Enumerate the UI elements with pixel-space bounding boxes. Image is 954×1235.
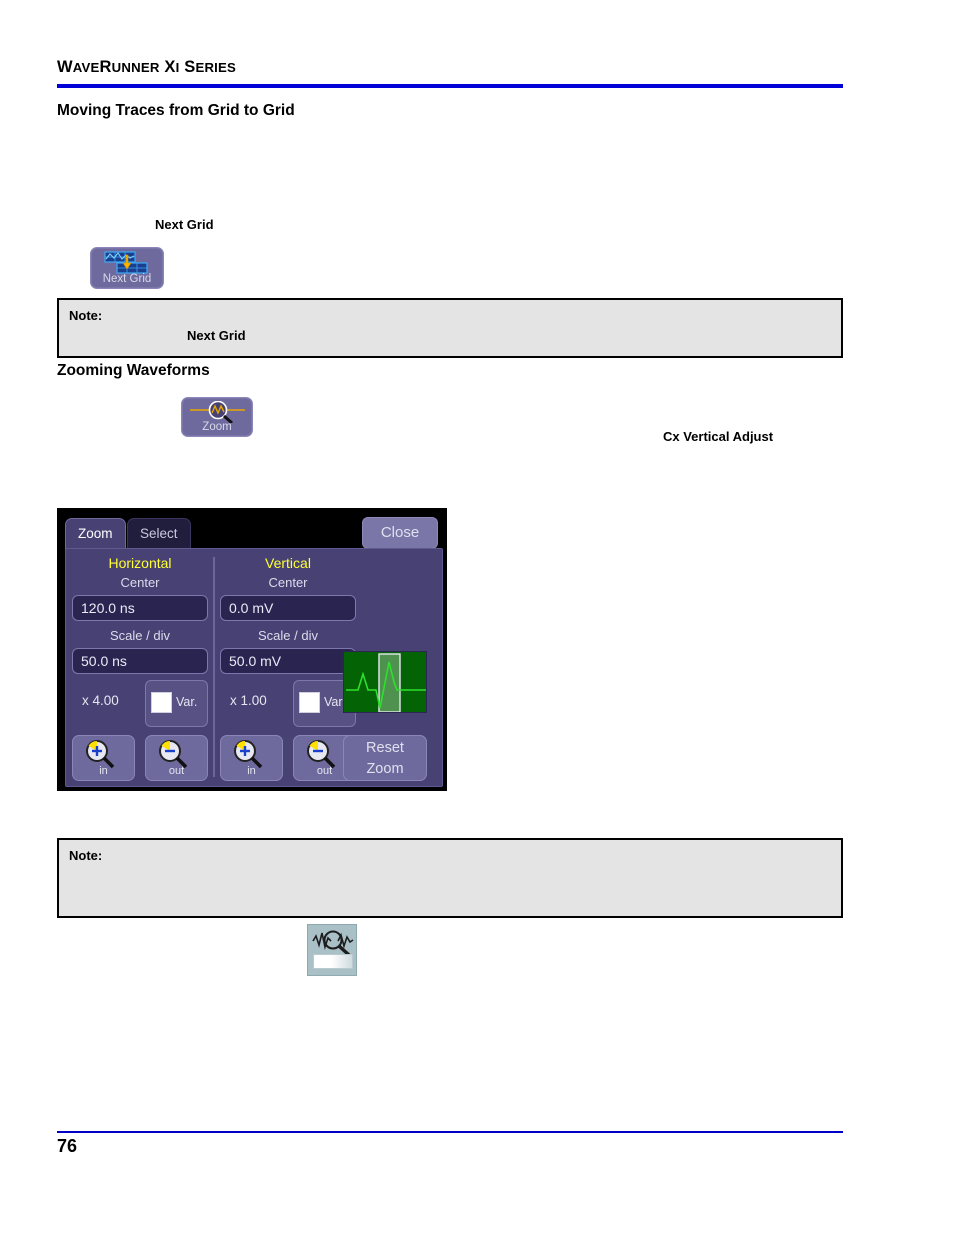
column-divider <box>213 557 215 777</box>
horizontal-zoom-in-label: in <box>99 765 108 777</box>
horizontal-column-title: Horizontal <box>108 555 172 571</box>
reset-zoom-label-line2: Zoom <box>366 761 404 777</box>
vertical-center-field[interactable]: 0.0 mV <box>220 595 356 621</box>
reset-zoom-label-line1: Reset <box>366 740 404 756</box>
vertical-var-checkbox[interactable] <box>299 692 320 713</box>
vertical-scale-field[interactable]: 50.0 mV <box>220 648 356 674</box>
vertical-zoom-in-button[interactable]: in <box>220 735 283 781</box>
zoom-button[interactable]: Zoom <box>181 397 253 437</box>
vertical-zoom-in-label: in <box>247 765 256 777</box>
horizontal-var-checkbox[interactable] <box>151 692 172 713</box>
note-box-moving-traces: Note: Next Grid <box>57 298 843 358</box>
horizontal-zoom-in-button[interactable]: in <box>72 735 135 781</box>
heading-moving-traces: Moving Traces from Grid to Grid <box>57 102 295 119</box>
next-grid-button[interactable]: Next Grid <box>90 247 164 289</box>
waveform-preview <box>343 651 427 713</box>
reset-zoom-button[interactable]: Reset Zoom <box>343 735 427 781</box>
zoom-dialog-inner: Zoom Select Close Horizontal Center 120.… <box>61 512 443 787</box>
header-title-eries: ERIES <box>195 60 237 75</box>
horizontal-center-label: Center <box>120 575 160 590</box>
cx-vertical-adjust-label: Cx Vertical Adjust <box>663 429 774 444</box>
next-grid-caption: Next Grid <box>155 217 214 232</box>
document-header: WAVERUNNER XI SERIES <box>57 58 843 76</box>
header-title: WAVERUNNER XI SERIES <box>57 58 843 76</box>
header-title-unner: UNNER <box>111 60 160 75</box>
horizontal-scale-label: Scale / div <box>110 628 170 643</box>
heading-zooming-waveforms: Zooming Waveforms <box>57 362 210 379</box>
footer-rule <box>57 1131 843 1133</box>
horizontal-zoom-out-label: out <box>168 765 185 777</box>
header-title-i: I <box>175 60 180 75</box>
horizontal-center-field[interactable]: 120.0 ns <box>72 595 208 621</box>
zoom-magnifier-icon <box>190 401 245 423</box>
note-body: Next Grid <box>187 328 246 343</box>
header-title-w: W <box>57 58 73 76</box>
horizontal-var-label: Var. <box>176 695 198 709</box>
header-title-r: R <box>99 58 112 76</box>
next-grid-icon <box>104 251 148 274</box>
horizontal-multiplier: x 4.00 <box>82 693 119 708</box>
zoom-tool-icon-bar <box>313 954 353 969</box>
note-box-zooming: Note: <box>57 838 843 918</box>
close-button[interactable]: Close <box>362 517 438 549</box>
header-title-x: X <box>164 58 176 76</box>
note-label: Note: <box>69 848 103 863</box>
zoom-tool-icon <box>312 930 354 954</box>
note-label: Note: <box>69 308 103 323</box>
header-title-s: S <box>184 58 196 76</box>
vertical-scale-label: Scale / div <box>258 628 318 643</box>
horizontal-var-group[interactable]: Var. <box>145 680 208 727</box>
zoom-tool-icon-button[interactable] <box>307 924 357 976</box>
vertical-column-title: Vertical <box>265 555 311 571</box>
zoom-dialog-body: Horizontal Center 120.0 ns Scale / div 5… <box>65 548 443 787</box>
waveform-preview-trace <box>344 652 426 712</box>
zoom-dialog: Zoom Select Close Horizontal Center 120.… <box>57 508 447 791</box>
next-grid-button-label: Next Grid <box>102 272 152 285</box>
header-title-ave: AVE <box>72 60 100 75</box>
vertical-center-label: Center <box>268 575 308 590</box>
vertical-multiplier: x 1.00 <box>230 693 267 708</box>
zoom-button-label: Zoom <box>202 420 232 433</box>
horizontal-scale-field[interactable]: 50.0 ns <box>72 648 208 674</box>
header-rule <box>57 84 843 88</box>
zoom-dialog-tabbar: Zoom Select Close <box>61 512 443 554</box>
horizontal-zoom-out-button[interactable]: out <box>145 735 208 781</box>
page-number: 76 <box>57 1136 78 1156</box>
